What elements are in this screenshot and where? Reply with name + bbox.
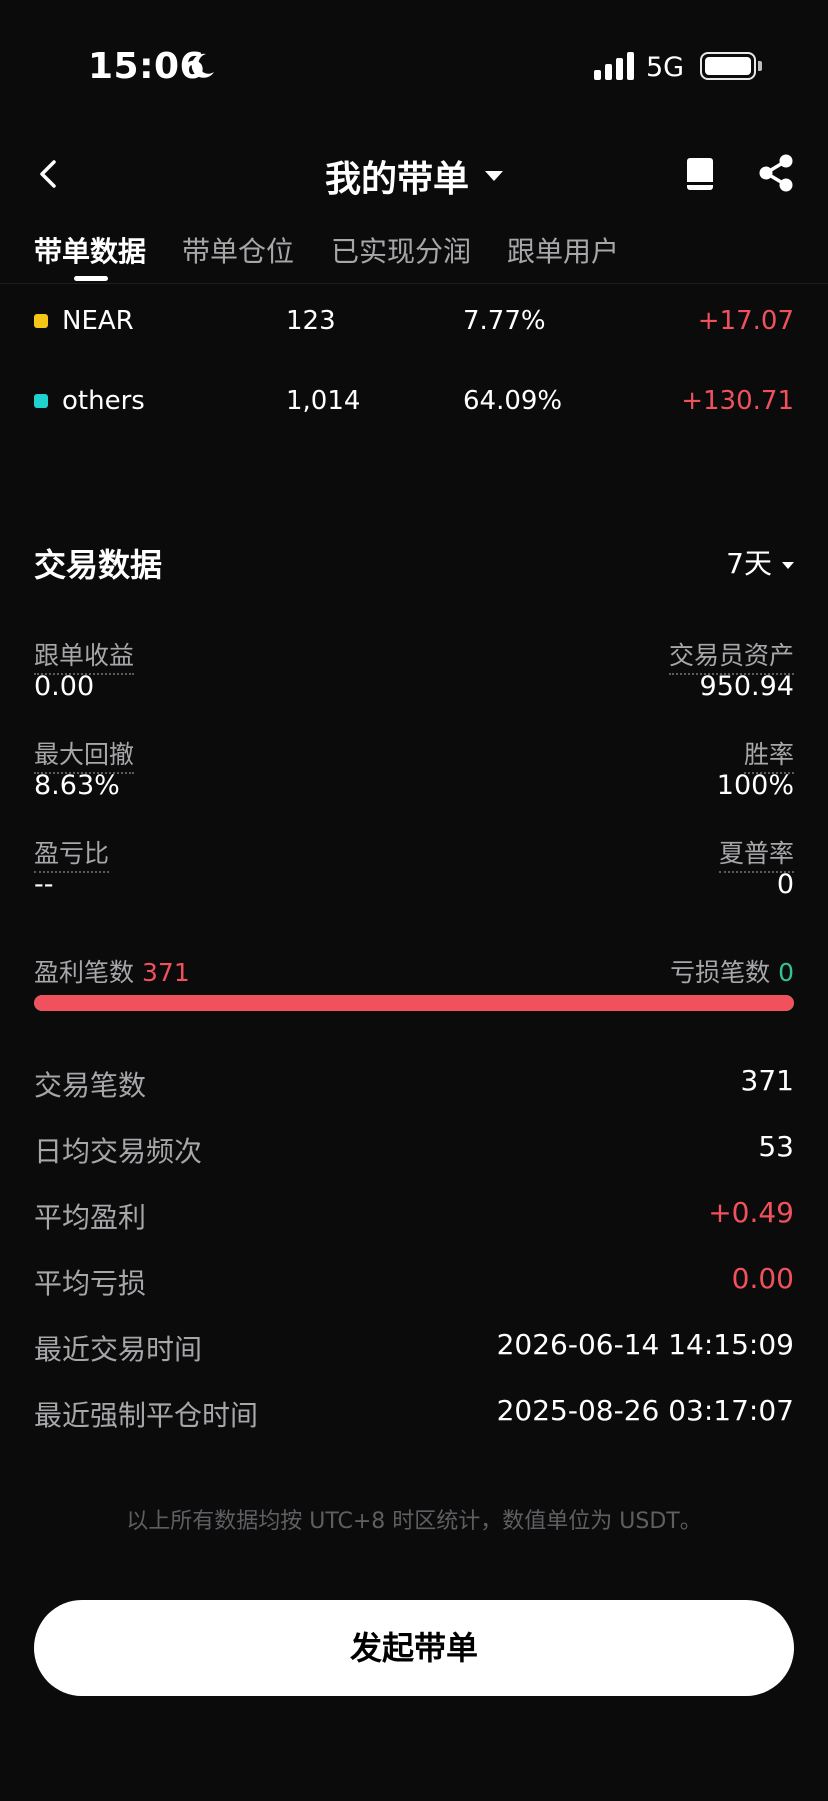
start-copy-trading-button[interactable]: 发起带单 [34, 1600, 794, 1696]
copy-profit-label[interactable]: 跟单收益 [34, 636, 135, 675]
period-dropdown[interactable]: 7天 [726, 542, 794, 582]
network-label: 5G [646, 52, 685, 83]
sharpe-value: 0 [776, 869, 794, 900]
section-title: 交易数据 [34, 546, 163, 584]
copy-profit-value: 0.00 [34, 671, 95, 702]
win-count: 371 [142, 958, 190, 987]
battery-icon [700, 52, 756, 80]
win-rate-value: 100% [716, 770, 794, 801]
stat-label: 最近强制平仓时间 [34, 1399, 259, 1432]
stat-value: +0.49 [708, 1196, 794, 1229]
asset-percent: 64.09% [463, 386, 563, 416]
asset-name: others [62, 386, 145, 416]
max-drawdown-value: 8.63% [34, 770, 120, 801]
stat-row: 平均亏损 0.00 [0, 1258, 828, 1302]
stat-row: 交易笔数 371 [0, 1060, 828, 1104]
asset-name: NEAR [62, 306, 134, 336]
asset-pnl: +17.07 [697, 306, 794, 336]
tab-profit-share[interactable]: 已实现分润 [331, 230, 471, 270]
stat-value: 2026-06-14 14:15:09 [496, 1328, 794, 1361]
moon-icon [191, 53, 214, 78]
asset-percent: 7.77% [463, 306, 546, 336]
list-item: others 1,014 64.09% +130.71 [0, 380, 828, 424]
win-loss-ratio-bar [34, 995, 794, 1011]
asset-count: 123 [286, 306, 336, 336]
trader-assets-label[interactable]: 交易员资产 [668, 636, 794, 675]
loss-count: 0 [778, 958, 794, 987]
stat-label: 交易笔数 [34, 1069, 147, 1102]
stat-row: 日均交易频次 53 [0, 1126, 828, 1170]
win-count-label: 盈利笔数 371 [34, 953, 190, 989]
loss-count-label: 亏损笔数 0 [670, 953, 794, 989]
list-item: NEAR 123 7.77% +17.07 [0, 300, 828, 344]
tab-active-indicator [74, 276, 108, 281]
stat-label: 日均交易频次 [34, 1135, 203, 1168]
win-rate-label[interactable]: 胜率 [743, 735, 794, 774]
share-icon[interactable] [756, 152, 796, 194]
stat-row: 平均盈利 +0.49 [0, 1192, 828, 1236]
stat-row: 最近交易时间 2026-06-14 14:15:09 [0, 1324, 828, 1368]
stat-value: 371 [740, 1064, 794, 1097]
win-count-text: 盈利笔数 [34, 958, 135, 987]
loss-count-text: 亏损笔数 [670, 958, 771, 987]
page-title: 我的带单 [324, 159, 469, 200]
tab-followers[interactable]: 跟单用户 [507, 230, 619, 270]
pl-ratio-label[interactable]: 盈亏比 [34, 834, 110, 873]
win-ratio-fill [34, 995, 794, 1011]
stat-row: 最近强制平仓时间 2025-08-26 03:17:07 [0, 1390, 828, 1434]
stat-label: 平均亏损 [34, 1267, 147, 1300]
legend-dot [34, 394, 48, 408]
footnote: 以上所有数据均按 UTC+8 时区统计，数值单位为 USDT。 [126, 1509, 702, 1534]
battery-tip [758, 61, 762, 71]
trader-assets-value: 950.94 [699, 671, 794, 702]
stat-value: 53 [758, 1130, 794, 1163]
chevron-down-icon [782, 561, 794, 569]
sharpe-label[interactable]: 夏普率 [718, 834, 794, 873]
legend-dot [34, 314, 48, 328]
max-drawdown-label[interactable]: 最大回撤 [34, 735, 135, 774]
stat-value: 2025-08-26 03:17:07 [496, 1394, 794, 1427]
tab-copy-data[interactable]: 带单数据 [34, 230, 146, 270]
tab-bar: 带单数据 带单仓位 已实现分润 跟单用户 [0, 230, 828, 284]
stat-label: 最近交易时间 [34, 1333, 203, 1366]
signal-icon [594, 52, 634, 80]
book-icon[interactable] [682, 154, 718, 194]
nav-bar: 我的带单 [0, 140, 828, 210]
stat-label: 平均盈利 [34, 1201, 147, 1234]
asset-pnl: +130.71 [681, 386, 794, 416]
status-bar: 15:06 5G [0, 0, 828, 130]
chevron-down-icon [485, 171, 503, 181]
asset-count: 1,014 [286, 386, 361, 416]
period-label: 7天 [726, 547, 772, 580]
tab-positions[interactable]: 带单仓位 [182, 230, 294, 270]
stat-value: 0.00 [731, 1262, 794, 1295]
pl-ratio-value: -- [34, 869, 54, 900]
